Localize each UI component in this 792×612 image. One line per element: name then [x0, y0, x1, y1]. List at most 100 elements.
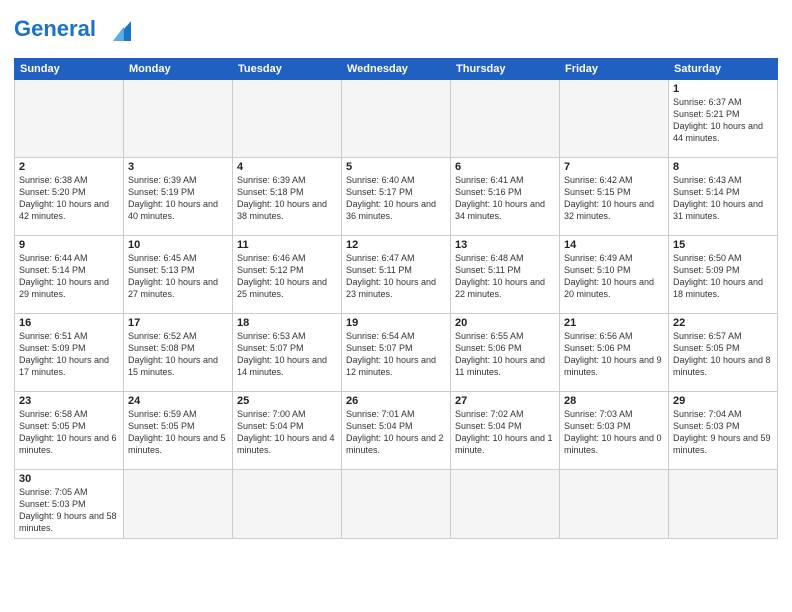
day-info-line: Sunrise: 7:04 AM [673, 408, 773, 420]
day-info-line: Sunset: 5:11 PM [346, 264, 446, 276]
day-cell: 23Sunrise: 6:58 AMSunset: 5:05 PMDayligh… [15, 392, 124, 470]
week-row-3: 9Sunrise: 6:44 AMSunset: 5:14 PMDaylight… [15, 236, 778, 314]
day-cell [124, 80, 233, 158]
day-info-line: Daylight: 10 hours and 4 minutes. [237, 432, 337, 456]
day-cell: 1Sunrise: 6:37 AMSunset: 5:21 PMDaylight… [669, 80, 778, 158]
day-info-line: Sunrise: 6:38 AM [19, 174, 119, 186]
day-info-line: Sunrise: 6:42 AM [564, 174, 664, 186]
day-info-line: Sunset: 5:20 PM [19, 186, 119, 198]
day-number: 2 [19, 161, 119, 173]
day-info-line: Sunrise: 6:54 AM [346, 330, 446, 342]
day-info-line: Sunset: 5:08 PM [128, 342, 228, 354]
day-number: 28 [564, 395, 664, 407]
day-cell: 21Sunrise: 6:56 AMSunset: 5:06 PMDayligh… [560, 314, 669, 392]
day-cell [560, 80, 669, 158]
day-number: 15 [673, 239, 773, 251]
day-info-line: Sunrise: 7:03 AM [564, 408, 664, 420]
day-number: 14 [564, 239, 664, 251]
day-info-line: Sunset: 5:05 PM [673, 342, 773, 354]
day-cell: 14Sunrise: 6:49 AMSunset: 5:10 PMDayligh… [560, 236, 669, 314]
day-info-line: Sunset: 5:09 PM [673, 264, 773, 276]
day-number: 25 [237, 395, 337, 407]
day-info-line: Sunset: 5:09 PM [19, 342, 119, 354]
day-info-line: Daylight: 9 hours and 58 minutes. [19, 510, 119, 534]
day-cell: 30Sunrise: 7:05 AMSunset: 5:03 PMDayligh… [15, 470, 124, 539]
day-info-line: Sunrise: 6:56 AM [564, 330, 664, 342]
day-info-line: Sunrise: 6:59 AM [128, 408, 228, 420]
day-info-line: Sunrise: 6:39 AM [128, 174, 228, 186]
day-cell [124, 470, 233, 539]
day-number: 3 [128, 161, 228, 173]
page: General SundayMondayTuesdayWednesdayThur… [0, 0, 792, 549]
day-info-line: Daylight: 10 hours and 36 minutes. [346, 198, 446, 222]
day-info-line: Daylight: 10 hours and 0 minutes. [564, 432, 664, 456]
day-cell: 19Sunrise: 6:54 AMSunset: 5:07 PMDayligh… [342, 314, 451, 392]
day-cell [451, 470, 560, 539]
day-info-line: Sunrise: 6:48 AM [455, 252, 555, 264]
day-cell: 3Sunrise: 6:39 AMSunset: 5:19 PMDaylight… [124, 158, 233, 236]
day-number: 5 [346, 161, 446, 173]
day-cell: 9Sunrise: 6:44 AMSunset: 5:14 PMDaylight… [15, 236, 124, 314]
day-cell: 26Sunrise: 7:01 AMSunset: 5:04 PMDayligh… [342, 392, 451, 470]
day-info-line: Daylight: 10 hours and 27 minutes. [128, 276, 228, 300]
day-cell: 12Sunrise: 6:47 AMSunset: 5:11 PMDayligh… [342, 236, 451, 314]
day-cell: 22Sunrise: 6:57 AMSunset: 5:05 PMDayligh… [669, 314, 778, 392]
weekday-header-row: SundayMondayTuesdayWednesdayThursdayFrid… [15, 59, 778, 80]
day-info-line: Sunrise: 6:49 AM [564, 252, 664, 264]
logo-general: General [14, 16, 96, 41]
day-cell: 15Sunrise: 6:50 AMSunset: 5:09 PMDayligh… [669, 236, 778, 314]
day-cell [451, 80, 560, 158]
day-number: 13 [455, 239, 555, 251]
day-info-line: Sunset: 5:07 PM [237, 342, 337, 354]
day-info-line: Sunset: 5:18 PM [237, 186, 337, 198]
day-cell [560, 470, 669, 539]
day-info-line: Sunset: 5:13 PM [128, 264, 228, 276]
day-number: 10 [128, 239, 228, 251]
day-number: 30 [19, 473, 119, 485]
day-number: 19 [346, 317, 446, 329]
day-info-line: Sunrise: 6:39 AM [237, 174, 337, 186]
day-cell: 16Sunrise: 6:51 AMSunset: 5:09 PMDayligh… [15, 314, 124, 392]
day-number: 22 [673, 317, 773, 329]
day-info-line: Sunrise: 6:51 AM [19, 330, 119, 342]
day-number: 23 [19, 395, 119, 407]
weekday-header-tuesday: Tuesday [233, 59, 342, 80]
day-cell: 11Sunrise: 6:46 AMSunset: 5:12 PMDayligh… [233, 236, 342, 314]
week-row-2: 2Sunrise: 6:38 AMSunset: 5:20 PM Daylight… [15, 158, 778, 236]
day-cell [233, 470, 342, 539]
day-info-line: Sunset: 5:05 PM [128, 420, 228, 432]
day-info-line: Sunset: 5:11 PM [455, 264, 555, 276]
day-info-line: Sunset: 5:03 PM [564, 420, 664, 432]
day-cell: 2Sunrise: 6:38 AMSunset: 5:20 PMDaylight… [15, 158, 124, 236]
day-info-line: Daylight: 10 hours and 8 minutes. [673, 354, 773, 378]
day-info-line: Sunrise: 6:53 AM [237, 330, 337, 342]
day-info-line: Daylight: 10 hours and 34 minutes. [455, 198, 555, 222]
day-info-line: Sunset: 5:21 PM [673, 108, 773, 120]
day-info-line: Sunrise: 6:40 AM [346, 174, 446, 186]
week-row-5: 23Sunrise: 6:58 AMSunset: 5:05 PMDayligh… [15, 392, 778, 470]
day-cell [342, 470, 451, 539]
day-number: 21 [564, 317, 664, 329]
day-cell: 17Sunrise: 6:52 AMSunset: 5:08 PMDayligh… [124, 314, 233, 392]
day-info-line: Sunrise: 6:41 AM [455, 174, 555, 186]
day-number: 12 [346, 239, 446, 251]
day-info-line: Sunset: 5:14 PM [19, 264, 119, 276]
day-info-line: Daylight: 10 hours and 9 minutes. [564, 354, 664, 378]
day-number: 9 [19, 239, 119, 251]
weekday-header-friday: Friday [560, 59, 669, 80]
day-info-line: Sunset: 5:17 PM [346, 186, 446, 198]
day-info-line: Sunrise: 6:43 AM [673, 174, 773, 186]
day-number: 29 [673, 395, 773, 407]
day-cell [342, 80, 451, 158]
day-info-line: Sunrise: 6:57 AM [673, 330, 773, 342]
day-info-line: Daylight: 10 hours and 29 minutes. [19, 276, 119, 300]
day-number: 8 [673, 161, 773, 173]
day-number: 1 [673, 83, 773, 95]
day-info-line: Sunrise: 6:45 AM [128, 252, 228, 264]
day-info-line: Sunset: 5:04 PM [346, 420, 446, 432]
day-info-line: Daylight: 9 hours and 59 minutes. [673, 432, 773, 456]
day-info-line: Sunset: 5:12 PM [237, 264, 337, 276]
day-number: 7 [564, 161, 664, 173]
day-number: 16 [19, 317, 119, 329]
day-info-line: Daylight: 10 hours and 25 minutes. [237, 276, 337, 300]
